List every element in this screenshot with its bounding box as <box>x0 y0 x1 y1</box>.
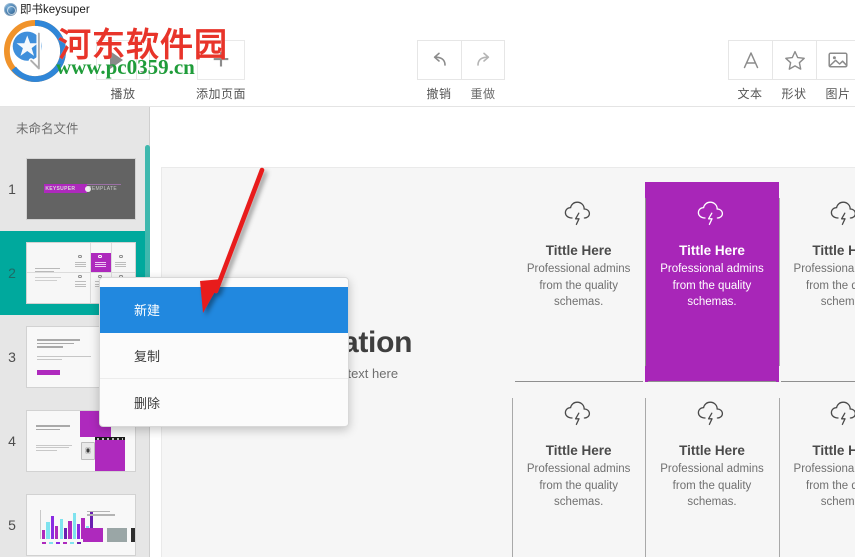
cloud-lightning-icon <box>695 200 729 233</box>
cloud-lightning-icon <box>828 400 855 433</box>
slide-number: 3 <box>8 349 16 365</box>
context-menu-item-delete[interactable]: 删除 <box>100 379 348 425</box>
feature-card[interactable]: Tittle Here Professional admins from the… <box>778 381 855 557</box>
slide-number: 5 <box>8 517 16 533</box>
image-tool-label: 图片 <box>825 87 851 101</box>
feature-card[interactable]: Tittle Here Professional admins from the… <box>645 381 778 557</box>
add-page-button-label: 添加页面 <box>196 87 247 101</box>
play-button[interactable]: 播放 <box>96 40 150 102</box>
plus-icon: + <box>197 40 245 80</box>
toolbar-group-left: 播放 + 添加页面 <box>96 40 246 102</box>
slide1-subtitle-text: TEMPLATE <box>88 186 117 192</box>
slide-number: 1 <box>8 181 16 197</box>
title-bar: 即书keysuper <box>0 0 855 18</box>
cloud-lightning-icon <box>828 200 855 233</box>
window-title: 即书keysuper <box>20 4 90 16</box>
redo-button[interactable]: 重做 <box>461 40 505 102</box>
redo-button-label: 重做 <box>470 87 496 101</box>
feature-card-body: Professional admins from the quality sch… <box>793 463 855 509</box>
slide1-title-text: KEYSUPER <box>45 186 76 192</box>
text-tool-button[interactable]: 文本 <box>728 40 772 102</box>
slide-number: 2 <box>8 265 16 281</box>
slide-preview-1[interactable]: KEYSUPER TEMPLATE <box>26 158 136 220</box>
slide-thumbnail-item-1[interactable]: 1 KEYSUPER TEMPLATE <box>0 147 150 231</box>
context-menu-top-padding <box>100 278 348 287</box>
feature-card[interactable]: Tittle Here Professional admins from the… <box>778 182 855 382</box>
feature-card-body: Professional admins from the quality sch… <box>526 263 631 309</box>
undo-button-label: 撤销 <box>426 87 452 101</box>
play-button-label: 播放 <box>110 87 136 101</box>
shape-tool-button[interactable]: 形状 <box>772 40 816 102</box>
feature-card-title: Tittle Here <box>679 243 745 258</box>
toolbar-group-history: 撤销 重做 <box>417 40 505 102</box>
feature-card-body: Professional admins from the quality sch… <box>660 463 764 509</box>
toolbar-group-insert: 文本 形状 图片 <box>728 40 855 102</box>
cloud-lightning-icon <box>562 200 596 233</box>
star-icon <box>772 40 816 80</box>
feature-card-body: Professional admins from the quality sch… <box>526 463 631 509</box>
picture-icon <box>816 40 855 80</box>
feature-card-grid: Tittle Here Professional admins from the… <box>512 182 855 557</box>
document-name-label: 未命名文件 <box>16 121 79 136</box>
slide-preview-5[interactable] <box>26 494 136 556</box>
feature-card-title: Tittle Here <box>812 443 855 458</box>
slide-context-menu[interactable]: 新建 复制 删除 <box>99 277 349 427</box>
feature-card-title: Tittle Here <box>812 243 855 258</box>
undo-button[interactable]: 撤销 <box>417 40 461 102</box>
feature-card-title: Tittle Here <box>545 443 612 458</box>
slide-thumbnail-item-5[interactable]: 5 <box>0 483 150 557</box>
letter-a-icon <box>728 40 772 80</box>
main-toolbar: 播放 + 添加页面 撤销 重做 文本 形状 图片 <box>0 18 855 107</box>
chevron-down-icon[interactable] <box>136 40 150 80</box>
redo-arrow-icon <box>461 40 505 80</box>
shape-tool-label: 形状 <box>781 87 807 101</box>
mini-chart-legend <box>42 541 82 545</box>
text-tool-label: 文本 <box>737 87 763 101</box>
feature-card[interactable]: Tittle Here Professional admins from the… <box>512 381 645 557</box>
image-tool-button[interactable]: 图片 <box>816 40 855 102</box>
feature-card-title: Tittle Here <box>545 243 612 258</box>
feature-card[interactable]: Tittle Here Professional admins from the… <box>512 182 645 382</box>
play-triangle-icon[interactable] <box>96 40 136 80</box>
cloud-lightning-icon <box>695 400 729 433</box>
context-menu-item-new[interactable]: 新建 <box>100 287 348 333</box>
application-window: 即书keysuper 播放 + 添加页面 撤销 重做 文本 形状 图片 河东软件… <box>0 0 855 557</box>
mini-chart <box>27 495 135 555</box>
context-menu-item-copy[interactable]: 复制 <box>100 333 348 379</box>
slide-number: 4 <box>8 433 16 449</box>
feature-card-body: Professional admins from the quality sch… <box>660 263 764 309</box>
undo-arrow-icon <box>417 40 461 80</box>
feature-card-title: Tittle Here <box>679 443 745 458</box>
context-menu-item-label: 新建 <box>134 303 161 318</box>
add-page-button[interactable]: + 添加页面 <box>196 40 246 102</box>
feature-card-highlighted[interactable]: Tittle Here Professional admins from the… <box>645 182 779 382</box>
app-logo-icon <box>4 2 17 16</box>
context-menu-item-label: 复制 <box>134 349 161 364</box>
feature-card-body: Professional admins from the quality sch… <box>793 263 855 309</box>
cloud-lightning-icon <box>562 400 596 433</box>
context-menu-item-label: 删除 <box>134 395 161 411</box>
